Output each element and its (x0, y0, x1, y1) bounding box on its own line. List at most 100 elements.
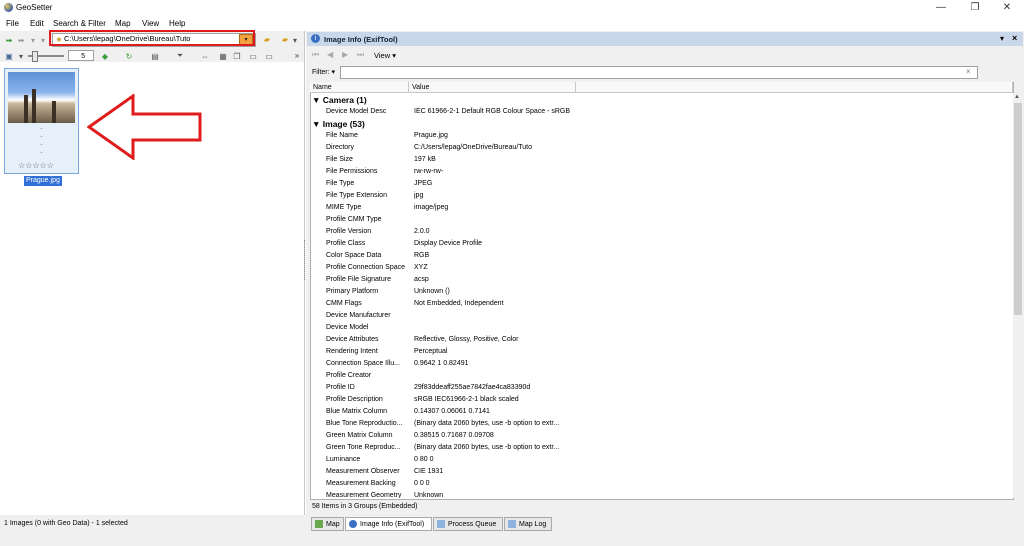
tab-map[interactable]: Map (311, 517, 344, 531)
tab-process-queue[interactable]: Process Queue (433, 517, 503, 531)
filter-funnel-icon[interactable]: ⏷ (175, 51, 185, 61)
table-row[interactable]: Color Space Data RGB (312, 250, 1012, 262)
table-row[interactable]: Blue Tone Reproductio... (Binary data 206… (312, 418, 1012, 430)
tag-value: RGB (414, 252, 430, 259)
table-row[interactable]: Green Tone Reproduc... (Binary data 2060 … (312, 442, 1012, 454)
view-mode-icon[interactable]: ▣ (4, 51, 14, 61)
thumb-meta-line-1: - (40, 126, 43, 132)
table-row[interactable]: File Permissions rw-rw-rw- (312, 166, 1012, 178)
table-row[interactable]: Device Attributes Reflective, Glossy, Pos… (312, 334, 1012, 346)
panel-close-icon[interactable]: × (1012, 33, 1017, 43)
rating-stars[interactable]: ☆☆☆☆☆ (18, 161, 54, 170)
clipboard-icon[interactable]: ▭ (248, 51, 258, 61)
table-row[interactable]: Device Manufacturer (312, 310, 1012, 322)
table-row[interactable]: Blue Matrix Column 0.14307 0.06061 0.7141 (312, 406, 1012, 418)
tab-map-log[interactable]: Map Log (504, 517, 552, 531)
slider-handle[interactable] (32, 51, 38, 62)
menu-view[interactable]: View (142, 17, 159, 30)
forward-dropdown-icon[interactable]: ▾ (28, 35, 38, 45)
tab-image-info[interactable]: Image Info (ExifTool) (345, 517, 432, 531)
tag-name: Green Matrix Column (326, 432, 393, 439)
table-row[interactable]: Measurement Geometry Unknown (312, 490, 1012, 498)
geo-filter-icon[interactable]: ◆ (100, 51, 110, 61)
tag-name: Profile ID (326, 384, 355, 391)
folder-dropdown-icon[interactable]: ▾ (290, 35, 300, 45)
table-row[interactable]: Profile Class Display Device Profile (312, 238, 1012, 250)
open-folder-icon[interactable]: ▰ (280, 34, 290, 44)
view-menu-button[interactable]: View ▾ (374, 51, 396, 60)
table-row[interactable]: Directory C:/Users/lepag/OneDrive/Bureau/… (312, 142, 1012, 154)
table-row[interactable]: Measurement Backing 0 0 0 (312, 478, 1012, 490)
tag-name: File Size (326, 156, 353, 163)
minimize-button[interactable]: — (928, 1, 954, 15)
table-row[interactable]: File Type Extension jpg (312, 190, 1012, 202)
table-row[interactable]: Rendering Intent Perceptual (312, 346, 1012, 358)
table-row[interactable]: Luminance 0 80 0 (312, 454, 1012, 466)
clear-filter-icon[interactable]: × (966, 67, 971, 76)
table-row[interactable]: Measurement Observer CIE 1931 (312, 466, 1012, 478)
copy-icon[interactable]: ❐ (232, 51, 242, 61)
first-record-icon[interactable]: ⏮ (312, 50, 319, 60)
thumbnail-filename[interactable]: Prague.jpg (24, 176, 62, 186)
filter-input[interactable] (340, 66, 978, 79)
refresh-folder-icon[interactable]: ▰ (262, 34, 272, 44)
table-row[interactable]: File Type JPEG (312, 178, 1012, 190)
next-record-icon[interactable]: ▶ (342, 50, 348, 59)
prague-thumbnail-image[interactable] (8, 72, 75, 123)
close-window-button[interactable]: ✕ (994, 1, 1020, 15)
menu-map[interactable]: Map (115, 17, 131, 30)
table-row[interactable]: Profile CMM Type (312, 214, 1012, 226)
group-header[interactable]: ▼ Image (53) (312, 118, 1012, 130)
tag-value: CIE 1931 (414, 468, 444, 475)
sync-icon[interactable]: ↻ (124, 51, 134, 61)
menu-search-filter[interactable]: Search & Filter (53, 17, 106, 30)
table-row[interactable]: Device Model Desc IEC 61966-2-1 Default R… (312, 106, 1012, 118)
panel-dropdown-icon[interactable]: ▾ (1000, 34, 1004, 43)
table-row[interactable]: Device Model (312, 322, 1012, 334)
table-row[interactable]: MIME Type image/jpeg (312, 202, 1012, 214)
tag-value: 0 0 0 (414, 480, 430, 487)
table-row[interactable]: Primary Platform Unknown () (312, 286, 1012, 298)
table-row[interactable]: Connection Space Illu... 0.9642 1 0.82491 (312, 358, 1012, 370)
column-header-name[interactable]: Name (310, 82, 409, 93)
table-row[interactable]: Profile ID 29f83ddeaff255ae7842fae4ca8339… (312, 382, 1012, 394)
tag-name: Profile CMM Type (326, 216, 382, 223)
menu-help[interactable]: Help (169, 17, 185, 30)
tab-process-queue-label: Process Queue (448, 521, 497, 528)
toolbar-overflow-icon[interactable]: » (292, 50, 302, 60)
columns-spinbox[interactable]: 5 (68, 50, 94, 61)
table-row[interactable]: CMM Flags Not Embedded, Independent (312, 298, 1012, 310)
compare-icon[interactable]: ⇔ (200, 51, 210, 61)
collapse-triangle-icon[interactable]: ▼ (312, 95, 323, 105)
menu-file[interactable]: File (6, 17, 19, 30)
print-icon[interactable]: ▤ (150, 51, 160, 61)
last-record-icon[interactable]: ⏭ (357, 50, 364, 60)
group-header[interactable]: ▼ Camera (1) (312, 94, 1012, 106)
path-highlight-box (49, 30, 255, 46)
restore-button[interactable]: ❐ (962, 1, 988, 15)
collapse-triangle-icon[interactable]: ▼ (312, 119, 323, 129)
table-row[interactable]: Green Matrix Column 0.38515 0.71687 0.097… (312, 430, 1012, 442)
scrollbar-thumb[interactable] (1014, 103, 1022, 315)
table-row[interactable]: File Name Prague.jpg (312, 130, 1012, 142)
forward-arrow-icon[interactable]: ➡ (16, 35, 26, 45)
menu-edit[interactable]: Edit (30, 17, 44, 30)
paste-icon[interactable]: ▭ (264, 51, 274, 61)
previous-record-icon[interactable]: ◀ (327, 50, 333, 59)
table-row[interactable]: Profile Creator (312, 370, 1012, 382)
table-row[interactable]: Profile Description sRGB IEC61966-2-1 bla… (312, 394, 1012, 406)
tab-map-label: Map (326, 521, 340, 528)
table-row[interactable]: Profile File Signature acsp (312, 274, 1012, 286)
tag-value: C:/Users/lepag/OneDrive/Bureau/Tuto (414, 144, 533, 151)
table-row[interactable]: Profile Version 2.0.0 (312, 226, 1012, 238)
scroll-up-icon[interactable]: ▲ (1014, 94, 1020, 100)
column-header-value[interactable]: Value (409, 82, 576, 93)
table-row[interactable]: File Size 197 kB (312, 154, 1012, 166)
filter-label[interactable]: Filter: ▾ (312, 68, 335, 76)
back-arrow-icon[interactable]: ➡ (4, 35, 14, 45)
table-view-icon[interactable]: ▦ (218, 51, 228, 61)
tag-name: Device Model (326, 324, 369, 331)
view-dropdown-icon[interactable]: ▾ (16, 51, 26, 61)
history-dropdown-icon[interactable]: ▾ (38, 35, 48, 45)
table-row[interactable]: Profile Connection Space XYZ (312, 262, 1012, 274)
